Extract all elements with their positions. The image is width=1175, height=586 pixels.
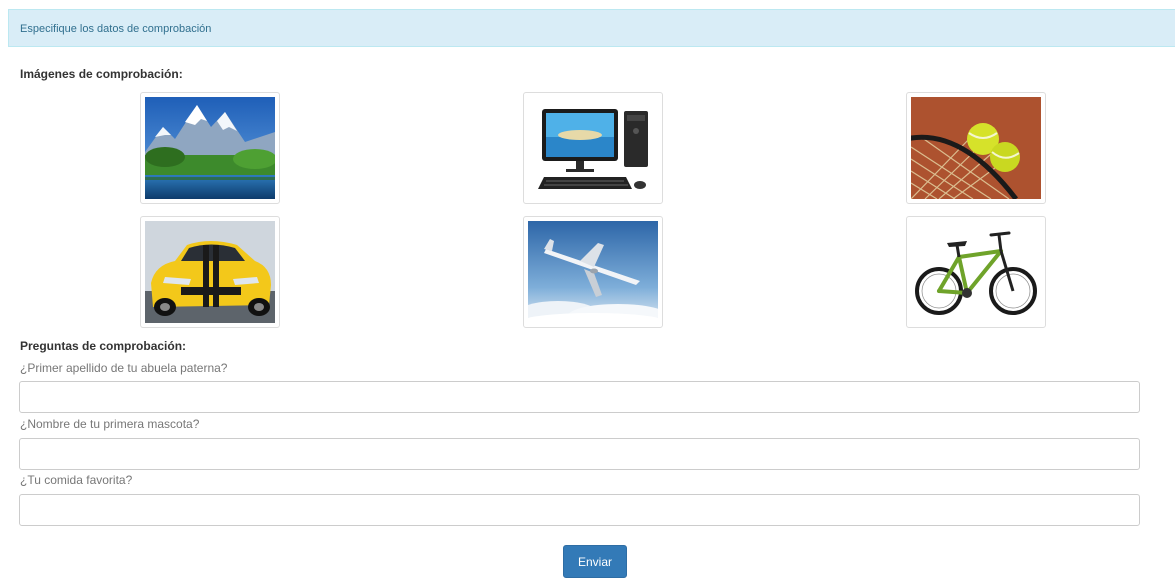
image-option-car[interactable] [140, 216, 280, 328]
bicycle-image [911, 221, 1041, 323]
mountain-image [145, 97, 275, 199]
questions-section-label: Preguntas de comprobación: [20, 339, 187, 353]
question-label-grandmother: ¿Primer apellido de tu abuela paterna? [20, 361, 228, 375]
image-option-mountain[interactable] [140, 92, 280, 204]
header-title: Especifique los datos de comprobación [20, 23, 212, 35]
tennis-image [911, 97, 1041, 199]
images-section-label: Imágenes de comprobación: [20, 67, 183, 81]
question-label-food: ¿Tu comida favorita? [20, 473, 133, 487]
question-label-pet: ¿Nombre de tu primera mascota? [20, 417, 200, 431]
image-option-bicycle[interactable] [906, 216, 1046, 328]
first-pet-input[interactable] [19, 438, 1140, 470]
grandmother-surname-input[interactable] [19, 381, 1140, 413]
computer-image [528, 97, 658, 199]
image-option-airplane[interactable] [523, 216, 663, 328]
verification-header: Especifique los datos de comprobación [8, 9, 1175, 47]
image-option-computer[interactable] [523, 92, 663, 204]
airplane-image [528, 221, 658, 323]
car-image [145, 221, 275, 323]
favorite-food-input[interactable] [19, 494, 1140, 526]
image-option-tennis[interactable] [906, 92, 1046, 204]
submit-button[interactable]: Enviar [563, 545, 627, 578]
